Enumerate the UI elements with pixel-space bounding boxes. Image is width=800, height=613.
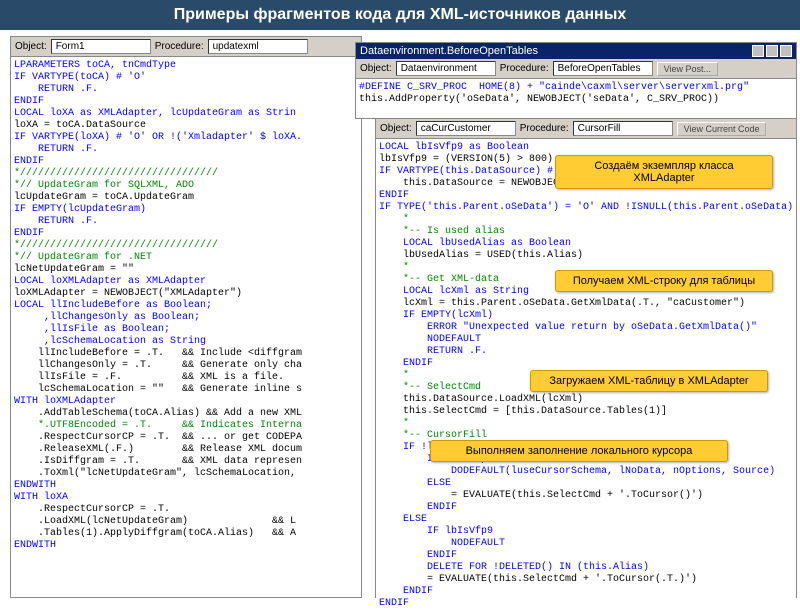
view-button[interactable]: View Post... xyxy=(657,62,718,76)
code-panel-bottom-right: Object: caCurCustomer Procedure: CursorF… xyxy=(375,118,797,598)
callout-load-xml-table: Загружаем XML-таблицу в XMLAdapter xyxy=(530,370,768,392)
toolbar-p1: Object: Form1 Procedure: updatexml xyxy=(11,37,361,57)
procedure-label: Procedure: xyxy=(520,123,569,134)
slide-title: Примеры фрагментов кода для XML-источник… xyxy=(0,0,800,30)
code-panel-top-right: Dataenvironment.BeforeOpenTables Object:… xyxy=(355,42,797,119)
callout-create-xmladapter: Создаём экземпляр класса XMLAdapter xyxy=(555,155,773,189)
minimize-icon[interactable] xyxy=(752,45,764,57)
toolbar-p2: Object: Dataenvironment Procedure: Befor… xyxy=(356,59,796,79)
code-panel-left: Object: Form1 Procedure: updatexml LPARA… xyxy=(10,36,362,598)
procedure-combo[interactable]: BeforeOpenTables xyxy=(553,61,653,76)
code-area-2[interactable]: #DEFINE C_SRV_PROC HOME(8) + "cainde\cax… xyxy=(356,79,796,109)
code-area-1[interactable]: LPARAMETERS toCA, tnCmdType IF VARTYPE(t… xyxy=(11,57,361,555)
object-combo[interactable]: Dataenvironment xyxy=(396,61,496,76)
toolbar-p3: Object: caCurCustomer Procedure: CursorF… xyxy=(376,119,796,139)
titlebar-p2: Dataenvironment.BeforeOpenTables xyxy=(356,43,796,59)
object-label: Object: xyxy=(15,41,47,52)
object-combo[interactable]: Form1 xyxy=(51,39,151,54)
object-label: Object: xyxy=(380,123,412,134)
callout-get-xml-string: Получаем XML-строку для таблицы xyxy=(555,270,773,292)
procedure-label: Procedure: xyxy=(500,63,549,74)
object-label: Object: xyxy=(360,63,392,74)
close-icon[interactable] xyxy=(780,45,792,57)
procedure-combo[interactable]: CursorFill xyxy=(573,121,673,136)
view-button[interactable]: View Current Code xyxy=(677,122,767,136)
window-title: Dataenvironment.BeforeOpenTables xyxy=(360,45,750,57)
object-combo[interactable]: caCurCustomer xyxy=(416,121,516,136)
callout-fill-cursor: Выполняем заполнение локального курсора xyxy=(430,440,728,462)
maximize-icon[interactable] xyxy=(766,45,778,57)
procedure-label: Procedure: xyxy=(155,41,204,52)
procedure-combo[interactable]: updatexml xyxy=(208,39,308,54)
